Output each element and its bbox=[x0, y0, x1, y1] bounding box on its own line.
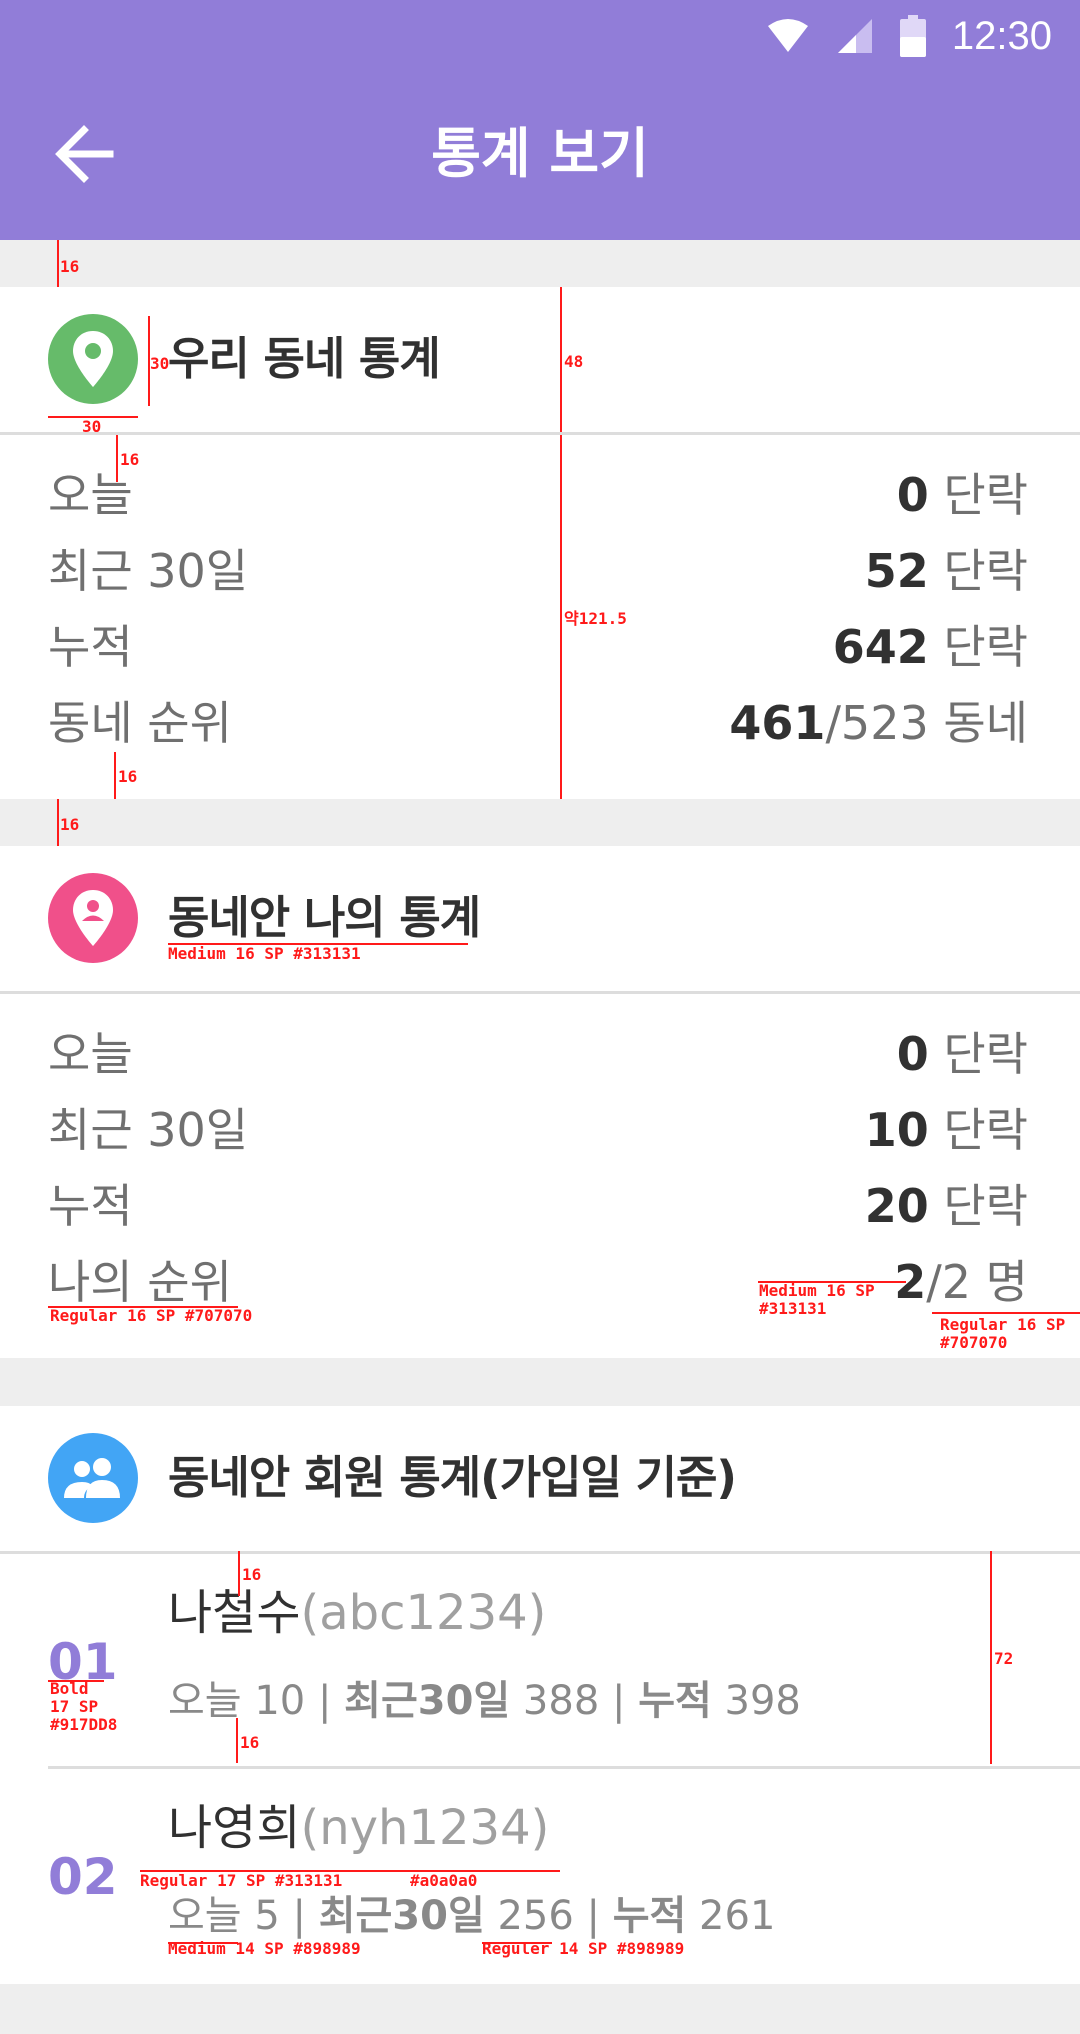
redline bbox=[238, 1551, 240, 1596]
spec-annotation: 72 bbox=[994, 1649, 1014, 1668]
spec-annotation: 17 SP bbox=[50, 1697, 99, 1716]
battery-icon bbox=[899, 15, 926, 57]
spec-annotation: Medium 14 SP #898989 bbox=[168, 1939, 361, 1958]
spec-annotation: Medium 16 SP bbox=[759, 1281, 875, 1300]
stat-number: 10 bbox=[864, 1103, 929, 1157]
stat-unit: 단락 bbox=[928, 468, 1028, 522]
stat-number: 0 bbox=[896, 1027, 929, 1081]
stat-row-total: 누적 642 단락 bbox=[48, 609, 1028, 685]
member-stats-line: 오늘 10 | 최근30일 388 | 누적 398 bbox=[168, 1678, 801, 1724]
stat-value: 2/2 명 bbox=[894, 1244, 1028, 1320]
section-title: 우리 동네 통계 bbox=[168, 332, 441, 385]
stat-unit: /2 명 bbox=[926, 1255, 1028, 1309]
spec-annotation: #a0a0a0 bbox=[410, 1871, 478, 1890]
stat-value: 642 단락 bbox=[833, 609, 1028, 685]
status-time: 12:30 bbox=[951, 13, 1052, 58]
member-name: 나영희(nyh1234) bbox=[168, 1800, 550, 1856]
spec-annotation: 30 bbox=[82, 417, 102, 436]
stat-number: 461 bbox=[729, 696, 826, 750]
spec-annotation: 16 bbox=[118, 767, 138, 786]
stat-value: 0 단락 bbox=[897, 457, 1028, 533]
spec-annotation: 16 bbox=[60, 257, 80, 276]
spec-annotation: Regular 16 SP bbox=[940, 1315, 1066, 1334]
status-bar: 12:30 bbox=[766, 14, 1052, 58]
location-person-icon bbox=[48, 873, 138, 963]
stat-row-today: 오늘 0 단락 bbox=[48, 1016, 1028, 1092]
spec-annotation: #313131 bbox=[759, 1299, 827, 1318]
location-pin-icon bbox=[48, 314, 138, 404]
member-rank: 01 bbox=[48, 1633, 118, 1691]
stat-unit: 단락 bbox=[928, 620, 1028, 674]
stat-row-recent: 최근 30일 10 단락 bbox=[48, 1092, 1028, 1168]
section-title: 동네안 회원 통계(가입일 기준) bbox=[168, 1451, 737, 1504]
spec-annotation: 약121.5 bbox=[564, 609, 627, 628]
spec-annotation: Medium 16 SP #313131 bbox=[168, 944, 361, 963]
stat-unit: 단락 bbox=[928, 1027, 1028, 1081]
redline bbox=[990, 1551, 992, 1764]
member-id: (abc1234) bbox=[300, 1585, 547, 1641]
stat-label: 최근 30일 bbox=[48, 544, 249, 598]
redline bbox=[560, 435, 562, 799]
spec-annotation: #707070 bbox=[940, 1333, 1008, 1352]
spec-annotation: 48 bbox=[564, 352, 584, 371]
spec-annotation: 16 bbox=[120, 450, 140, 469]
stat-number: 20 bbox=[864, 1179, 929, 1233]
stat-number: 642 bbox=[832, 620, 929, 674]
stat-row-total: 누적 20 단락 bbox=[48, 1168, 1028, 1244]
stat-label: 누적 bbox=[48, 620, 133, 674]
people-icon bbox=[48, 1433, 138, 1523]
member-list-item[interactable]: 01 나철수(abc1234) 오늘 10 | 최근30일 388 | 누적 3… bbox=[0, 1554, 1080, 1770]
member-id: (nyh1234) bbox=[300, 1800, 550, 1856]
spec-annotation: 16 bbox=[240, 1733, 260, 1752]
stat-row-today: 오늘 0 단락 bbox=[48, 457, 1028, 533]
spec-annotation: 16 bbox=[60, 815, 80, 834]
stat-unit: /523 동네 bbox=[825, 696, 1028, 750]
stat-label: 동네 순위 bbox=[48, 696, 232, 750]
stat-unit: 단락 bbox=[928, 1103, 1028, 1157]
spec-annotation: 30 bbox=[150, 354, 170, 373]
spec-annotation: Reguler 14 SP #898989 bbox=[482, 1939, 685, 1958]
stat-value: 10 단락 bbox=[865, 1092, 1028, 1168]
card-header: 동네안 나의 통계 bbox=[0, 846, 1080, 994]
redline bbox=[57, 240, 59, 287]
stat-row-rank: 동네 순위 461/523 동네 bbox=[48, 685, 1028, 761]
card-header: 동네안 회원 통계(가입일 기준) bbox=[0, 1406, 1080, 1554]
spec-annotation: Bold bbox=[50, 1679, 89, 1698]
stat-unit: 단락 bbox=[928, 544, 1028, 598]
redline bbox=[560, 287, 562, 432]
redline bbox=[57, 799, 59, 846]
stat-unit: 단락 bbox=[928, 1179, 1028, 1233]
redline bbox=[114, 752, 116, 799]
stat-label: 최근 30일 bbox=[48, 1103, 249, 1157]
app-bar: 12:30 통계 보기 bbox=[0, 0, 1080, 240]
stat-value: 52 단락 bbox=[865, 533, 1028, 609]
stat-label: 누적 bbox=[48, 1179, 133, 1233]
redline bbox=[116, 435, 118, 482]
stat-value: 20 단락 bbox=[865, 1168, 1028, 1244]
member-rank: 02 bbox=[48, 1848, 118, 1906]
wifi-icon bbox=[767, 19, 808, 52]
stat-label: 오늘 bbox=[48, 1027, 133, 1081]
spec-annotation: 16 bbox=[242, 1565, 262, 1584]
spec-annotation: #917DD8 bbox=[50, 1715, 118, 1734]
stat-number: 0 bbox=[896, 468, 929, 522]
spec-annotation: Regular 16 SP #707070 bbox=[50, 1306, 253, 1325]
signal-icon bbox=[837, 19, 872, 53]
stat-row-recent: 최근 30일 52 단락 bbox=[48, 533, 1028, 609]
stat-number: 52 bbox=[864, 544, 929, 598]
redline bbox=[236, 1718, 238, 1763]
redline bbox=[932, 1312, 1080, 1314]
page-title: 통계 보기 bbox=[431, 122, 649, 185]
stat-value: 0 단락 bbox=[897, 1016, 1028, 1092]
my-stats-card: 동네안 나의 통계 오늘 0 단락 최근 30일 10 단락 누적 20 단락 … bbox=[0, 846, 1080, 1358]
member-name: 나철수(abc1234) bbox=[168, 1585, 547, 1641]
member-stats-card: 동네안 회원 통계(가입일 기준) 01 나철수(abc1234) 오늘 10 … bbox=[0, 1406, 1080, 1984]
spec-annotation: Regular 17 SP #313131 bbox=[140, 1871, 343, 1890]
stat-value: 461/523 동네 bbox=[729, 685, 1028, 761]
